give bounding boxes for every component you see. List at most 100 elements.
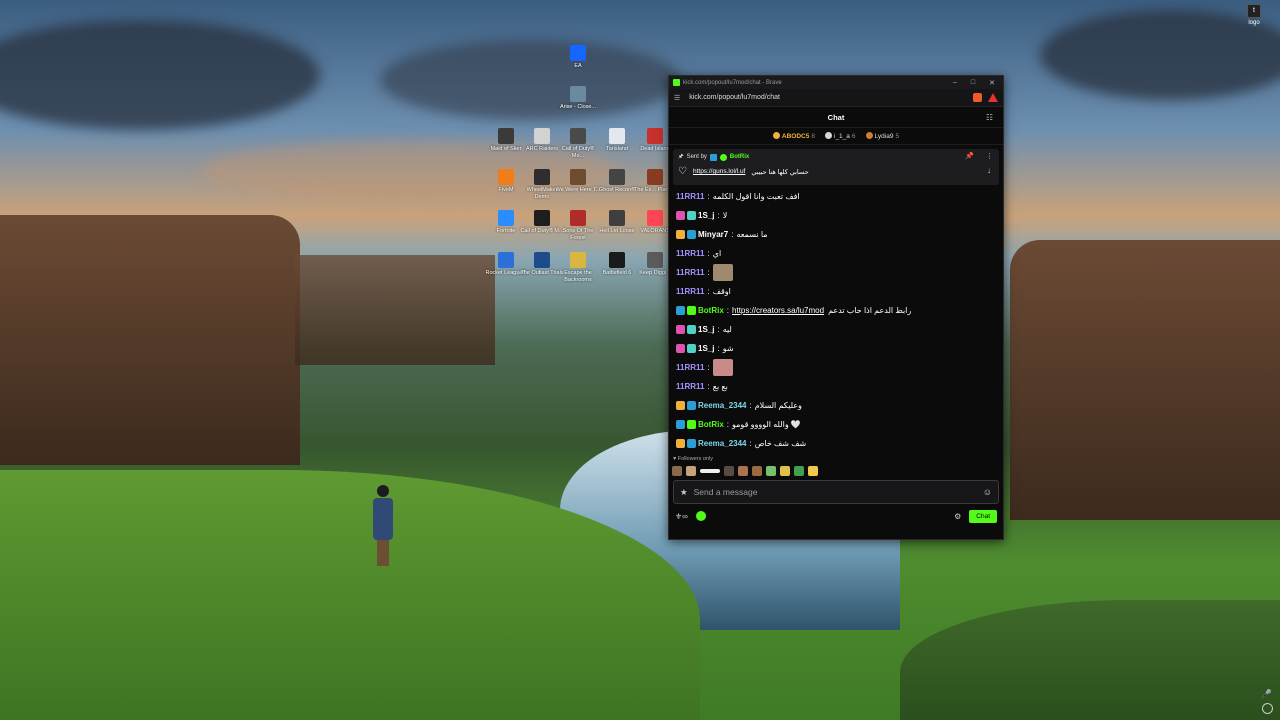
status-circle-icon[interactable] <box>1262 703 1273 714</box>
desktop-shortcut[interactable]: Arise - Close... <box>555 86 601 111</box>
app-icon <box>609 169 625 185</box>
more-options-icon[interactable]: ⋮ <box>986 152 993 160</box>
brave-rewards-icon[interactable] <box>988 93 998 102</box>
close-icon[interactable]: ✕ <box>989 79 995 87</box>
chat-text: والله الوووو قومو 🤍 <box>732 420 801 429</box>
leaderboard-name: i_1_a <box>834 133 850 140</box>
desktop-shortcut[interactable]: EA <box>555 45 601 70</box>
address-bar[interactable]: ☰ kick.com/popout/lu7mod/chat <box>669 89 1003 107</box>
desktop-shortcut-logo[interactable]: t logo <box>1242 4 1266 26</box>
chat-message: Reema_2344: وعليكم السلام <box>676 396 996 415</box>
users-icon[interactable]: ☷ <box>986 113 993 122</box>
site-settings-icon[interactable]: ☰ <box>674 94 680 102</box>
emote-icon[interactable] <box>766 466 776 476</box>
emote-icon[interactable] <box>738 466 748 476</box>
followers-only-label: Followers only <box>677 456 713 462</box>
minimize-icon[interactable]: – <box>953 79 957 87</box>
pinned-link[interactable]: https://guns.lol/l.uf <box>693 168 745 175</box>
user-badge-icon <box>676 401 685 410</box>
separator: : <box>717 344 720 353</box>
app-icon <box>570 86 586 102</box>
emote-image <box>712 359 733 376</box>
bot-badge-icon <box>709 153 717 161</box>
chat-username[interactable]: Minyar7 <box>698 230 728 239</box>
chat-username[interactable]: 11RR11 <box>676 249 704 258</box>
url-text: kick.com/popout/lu7mod/chat <box>689 94 780 101</box>
leaderboard-name: Lydia9 <box>874 133 894 140</box>
app-icon <box>570 128 586 144</box>
emote-icon[interactable] <box>794 466 804 476</box>
message-input[interactable]: ★ Send a message ☺ <box>673 480 999 504</box>
chat-username[interactable]: 11RR11 <box>676 287 704 296</box>
chat-message: 11RR11: بع بع <box>676 377 996 396</box>
leaderboard-entry[interactable]: i_1_a 6 <box>825 132 856 140</box>
desktop-shortcut-label: Maid of Sker <box>490 146 522 152</box>
leaderboard-entry[interactable]: ABODC5 8 <box>772 132 815 140</box>
chat-username[interactable]: BotRix <box>698 306 724 315</box>
recent-emotes <box>669 463 1003 480</box>
app-icon <box>534 252 550 268</box>
unpin-icon[interactable]: 📌 <box>965 152 974 160</box>
separator: : <box>707 363 710 372</box>
chat-text: افف تعبت وانا اقول الكلمه <box>712 192 800 201</box>
app-icon <box>647 169 663 185</box>
emote-icon[interactable] <box>672 466 682 476</box>
chat-username[interactable]: 11RR11 <box>676 192 704 201</box>
app-icon <box>498 252 514 268</box>
chat-username[interactable]: 11RR11 <box>676 363 704 372</box>
settings-gear-icon[interactable]: ⚙ <box>954 512 961 521</box>
chat-username[interactable]: 1S_j <box>698 325 714 334</box>
user-badge-icon <box>687 344 696 353</box>
chat-text: شو <box>722 344 734 353</box>
chat-message: 11RR11: اوقف <box>676 282 996 301</box>
separator: : <box>707 249 710 258</box>
leaderboard-entry[interactable]: Lydia9 5 <box>865 132 899 140</box>
desktop-shortcut-label: FiveM <box>498 187 514 193</box>
chat-text: رابط الدعم اذا حاب تدعم <box>828 306 912 315</box>
chat-username[interactable]: Reema_2344 <box>698 439 746 448</box>
chat-username[interactable]: Reema_2344 <box>698 401 746 410</box>
chat-text: وعليكم السلام <box>754 401 802 410</box>
chat-username[interactable]: BotRix <box>698 420 724 429</box>
chat-message: 11RR11: اي <box>676 244 996 263</box>
chat-username[interactable]: 1S_j <box>698 344 714 353</box>
pinned-sender[interactable]: BotRix <box>730 154 749 160</box>
input-badge-icon[interactable]: ★ <box>680 487 688 498</box>
kick-points-icon[interactable] <box>695 511 706 521</box>
chat-username[interactable]: 11RR11 <box>676 268 704 277</box>
user-badge-icon <box>676 344 685 353</box>
chat-title: Chat <box>827 112 845 122</box>
emote-icon[interactable] <box>700 469 720 473</box>
desktop-shortcut-label: Hell Let Loose <box>599 228 635 234</box>
chat-message: 1S_j: ليه <box>676 320 996 339</box>
chat-message: 1S_j: لا <box>676 206 996 225</box>
app-icon <box>647 210 663 226</box>
community-icon[interactable]: ⚜∞ <box>675 512 688 521</box>
emoji-picker-icon[interactable]: ☺ <box>983 487 992 497</box>
leaderboard-count: 8 <box>811 133 815 140</box>
emote-icon[interactable] <box>724 466 734 476</box>
maximize-icon[interactable]: □ <box>971 79 975 87</box>
emote-image <box>712 264 733 281</box>
emote-icon[interactable] <box>780 466 790 476</box>
app-icon <box>498 128 514 144</box>
separator: : <box>707 192 710 201</box>
pinned-text: حسابي كلها هنا حبيبي <box>751 168 809 176</box>
chat-username[interactable]: 11RR11 <box>676 382 704 391</box>
microphone-icon[interactable]: 🎤 <box>1261 689 1272 700</box>
expand-icon[interactable]: ↓ <box>987 166 991 175</box>
chat-message: 11RR11: افف تعبت وانا اقول الكلمه <box>676 187 996 206</box>
chat-text: ليه <box>722 325 732 334</box>
chat-send-button[interactable]: Chat <box>969 509 997 523</box>
emote-icon[interactable] <box>752 466 762 476</box>
emote-icon[interactable] <box>808 466 818 476</box>
chat-username[interactable]: 1S_j <box>698 211 714 220</box>
chat-text: شف شف خاص <box>754 439 807 448</box>
chat-link[interactable]: https://creators.sa/lu7mod <box>732 306 824 315</box>
desktop-shortcut-label: Battlefield 6 <box>602 270 632 276</box>
user-badge-icon <box>676 306 685 315</box>
brave-shields-icon[interactable] <box>973 93 982 102</box>
separator: : <box>749 439 752 448</box>
emote-icon[interactable] <box>686 466 696 476</box>
chat-text: بع بع <box>712 382 728 391</box>
